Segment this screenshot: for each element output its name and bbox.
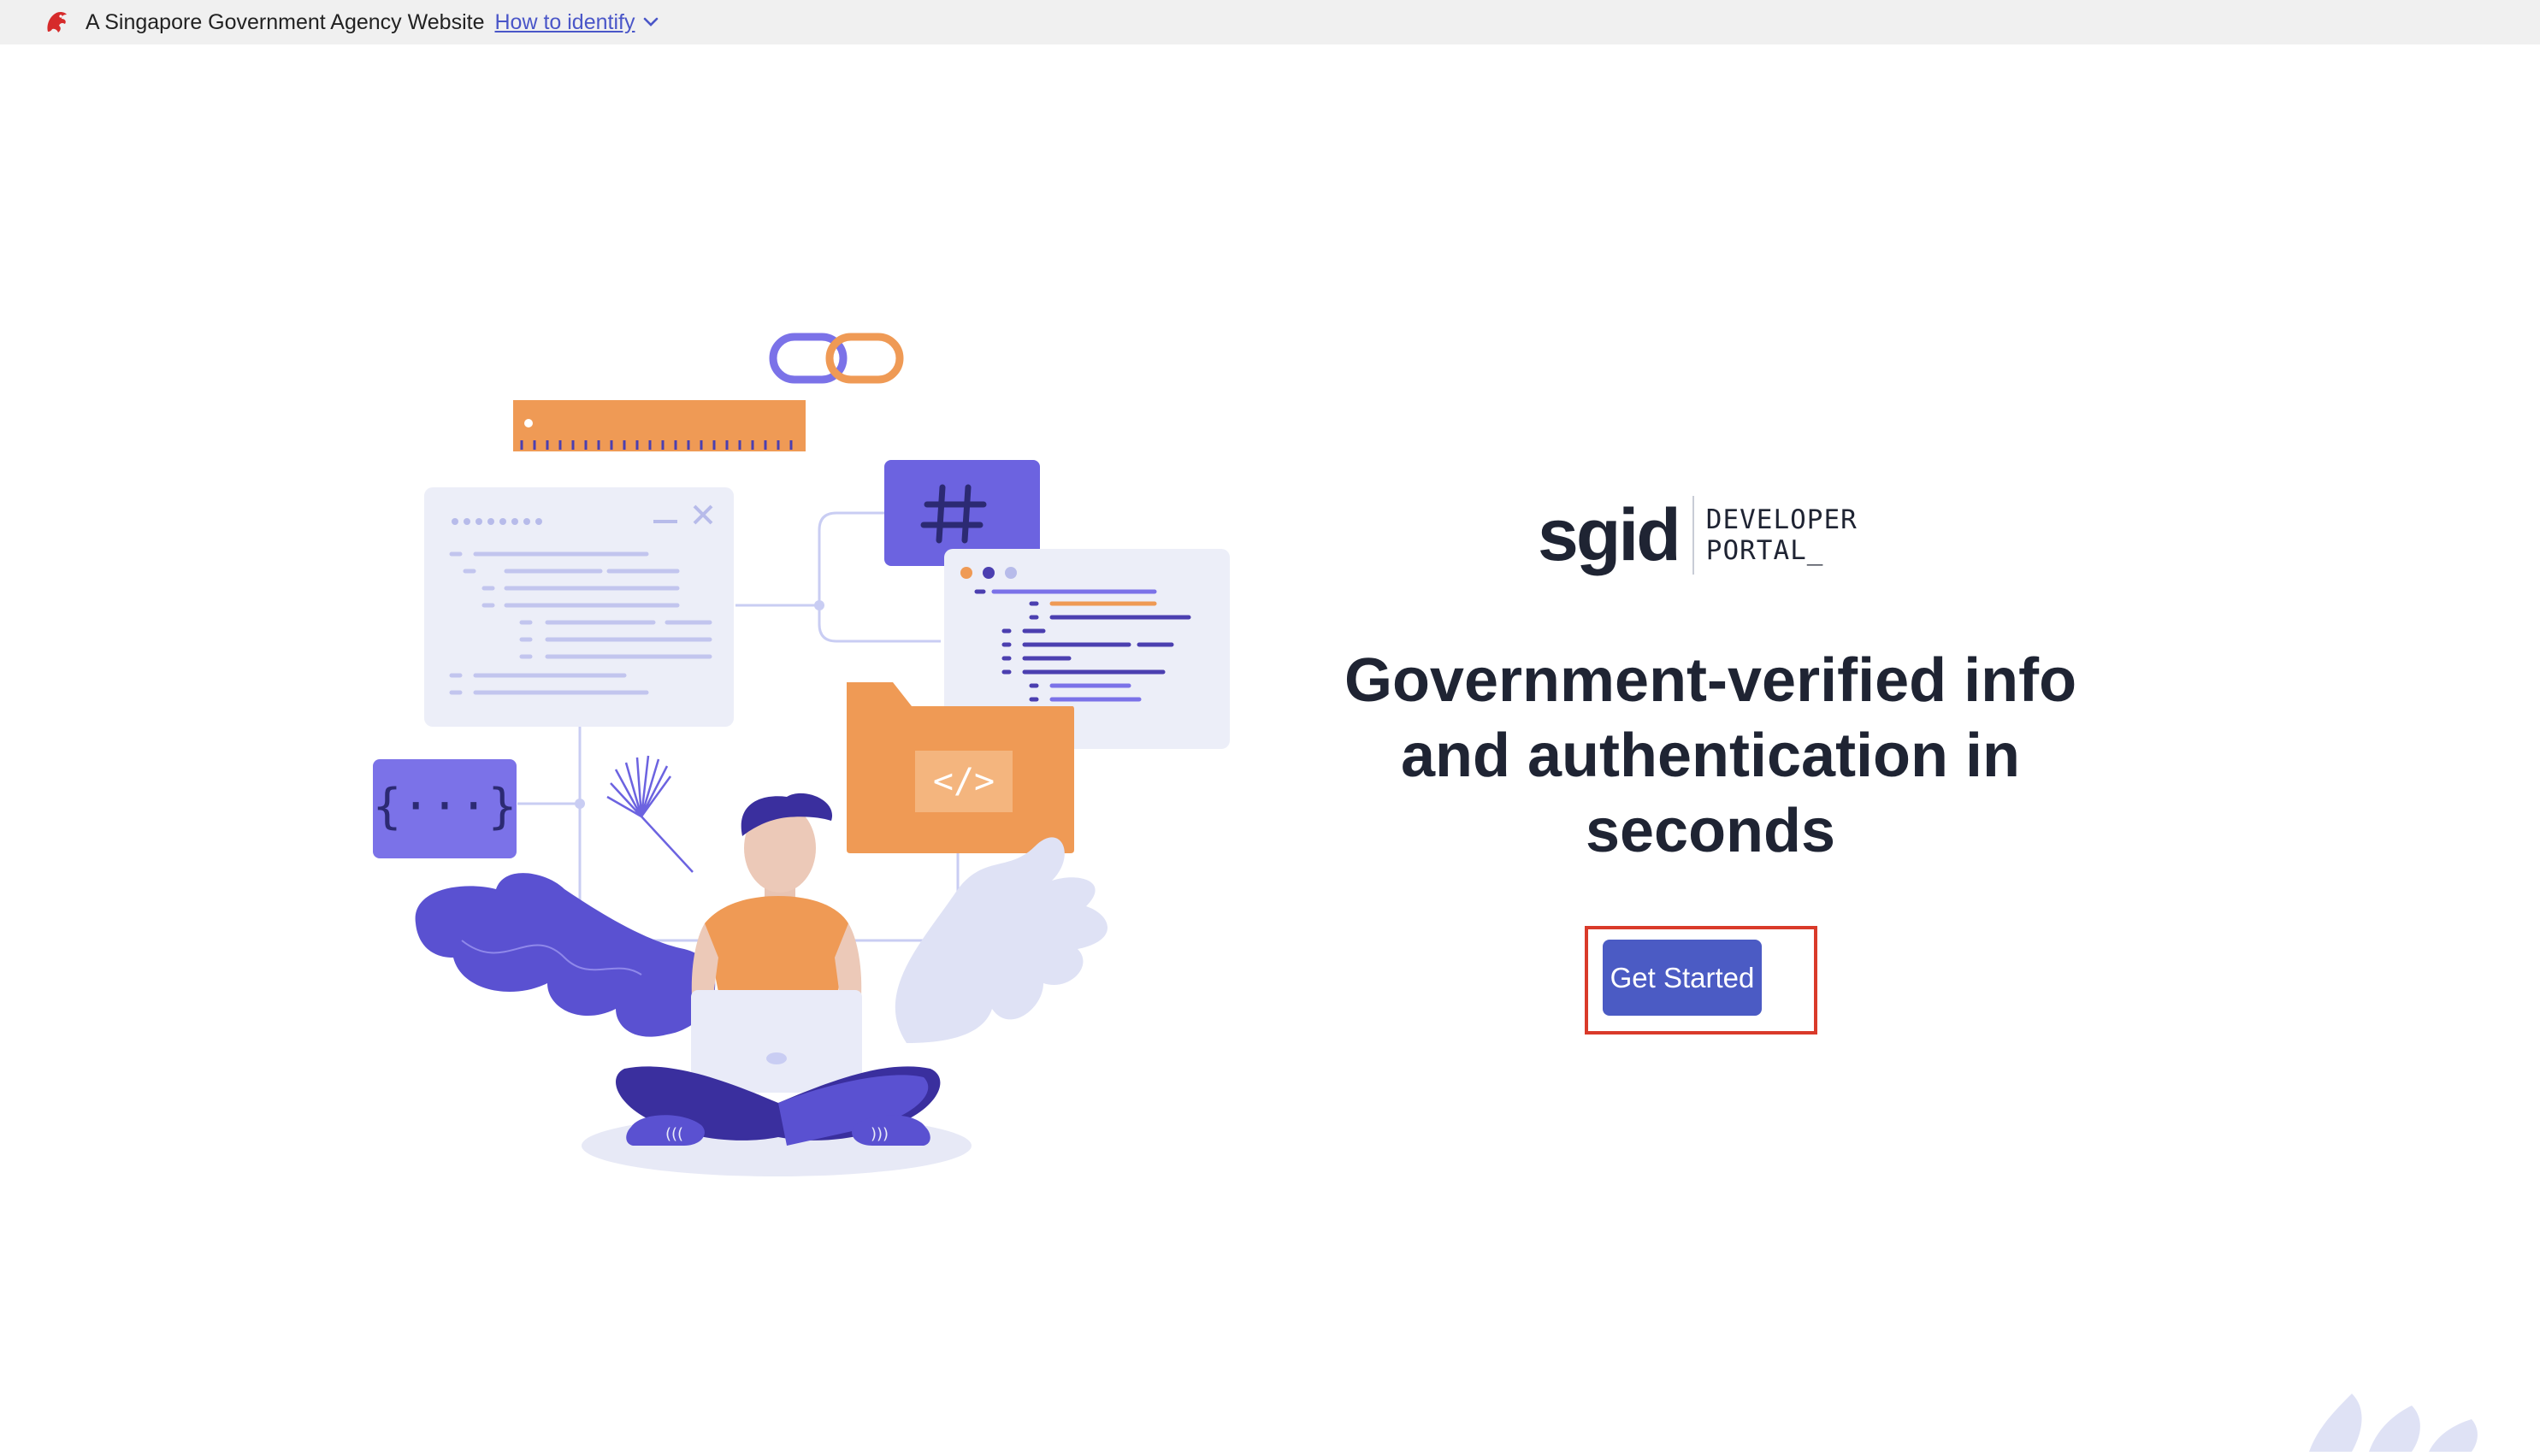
chevron-down-icon: [643, 17, 659, 27]
hero-headline: Government-verified info and authenticat…: [1283, 643, 2138, 869]
how-to-identify-text: How to identify: [494, 9, 635, 34]
svg-text:{···}: {···}: [373, 779, 517, 834]
gov-masthead: A Singapore Government Agency Website Ho…: [0, 0, 2540, 44]
headline-line-2: and authentication in: [1400, 722, 2020, 790]
get-started-button[interactable]: Get Started: [1603, 940, 1762, 1016]
sgid-developer-portal-logo[interactable]: sgid DEVELOPER PORTAL_: [1538, 496, 1858, 575]
headline-line-3: seconds: [1585, 797, 1836, 865]
svg-text:))): ))): [871, 1125, 889, 1143]
svg-text:(((: (((: [665, 1125, 683, 1143]
headline-line-1: Government-verified info: [1344, 646, 2077, 715]
portal-wordmark: DEVELOPER PORTAL_: [1706, 504, 1858, 566]
sgid-wordmark: sgid: [1538, 494, 1681, 576]
lion-crest-icon: [44, 9, 70, 36]
logo-divider: [1692, 496, 1694, 575]
portal-line-developer: DEVELOPER: [1705, 504, 1858, 535]
svg-text:</>: </>: [933, 762, 995, 801]
masthead-label: A Singapore Government Agency Website: [86, 9, 485, 34]
developer-illustration: </> {···} ((( ))): [359, 325, 1249, 1188]
how-to-identify-link[interactable]: How to identify: [494, 10, 659, 35]
portal-line-portal: PORTAL_: [1705, 535, 1824, 566]
decorative-leaf-icon: [2301, 1394, 2540, 1452]
